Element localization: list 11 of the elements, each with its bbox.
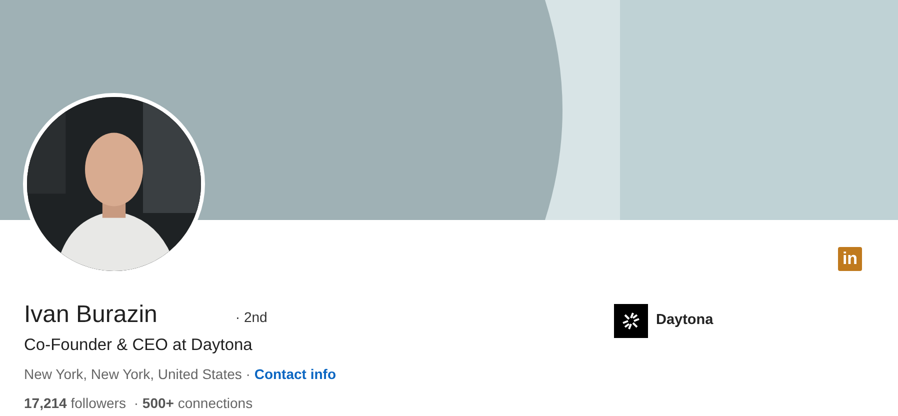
brand-logo: in: [838, 247, 862, 271]
profile-headline: Co-Founder & CEO at Daytona: [24, 335, 254, 356]
company-logo[interactable]: [614, 304, 648, 338]
location-text: New York, New York, United States ·: [24, 366, 250, 382]
starburst-icon: [621, 311, 641, 331]
connection-degree: · 2nd: [235, 308, 268, 327]
company-name[interactable]: Daytona: [656, 310, 714, 332]
followers-count: 17,214 followers: [24, 395, 126, 411]
connections-count: · 500+ connections: [134, 395, 253, 411]
contact-info-link[interactable]: Contact info: [254, 366, 336, 382]
profile-name: Ivan Burazin: [24, 300, 158, 330]
